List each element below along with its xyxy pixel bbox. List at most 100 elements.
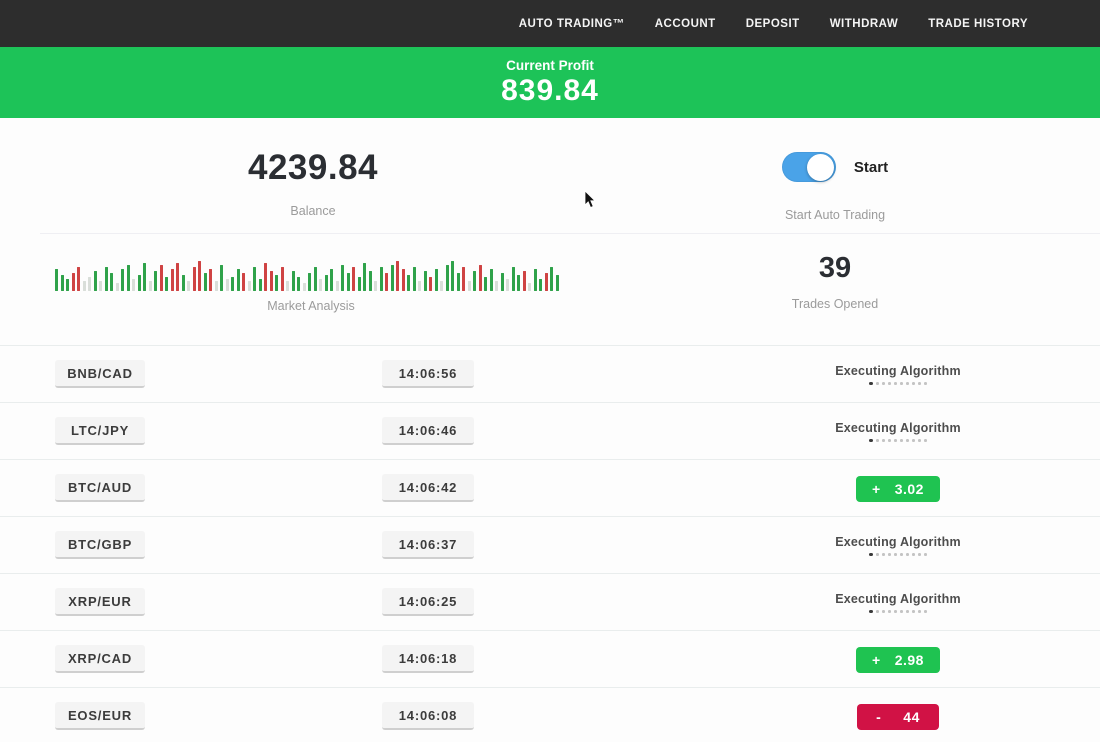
market-bar xyxy=(209,269,212,291)
executing-progress-dots xyxy=(869,553,927,557)
market-bar xyxy=(143,263,146,291)
market-bar xyxy=(358,277,361,291)
nav-item-auto-trading[interactable]: AUTO TRADING™ xyxy=(519,18,625,30)
auto-trading-toggle[interactable] xyxy=(782,152,836,182)
trades-opened-block: 39 Trades Opened xyxy=(735,252,935,311)
pair-badge: XRP/CAD xyxy=(55,645,145,673)
trade-status: Executing Algorithm xyxy=(820,574,976,631)
market-bar xyxy=(413,267,416,291)
toggle-knob xyxy=(807,154,834,181)
trade-status: +3.02 xyxy=(820,460,976,517)
market-bar xyxy=(517,275,520,291)
market-bar xyxy=(308,273,311,291)
market-bar xyxy=(363,263,366,291)
market-bar xyxy=(479,265,482,291)
balance-block: 4239.84 Balance xyxy=(163,148,463,218)
trade-row: EOS/EUR 14:06:08 -44 xyxy=(0,687,1100,742)
market-bar xyxy=(501,273,504,291)
market-bar xyxy=(72,273,75,291)
auto-trading-page: AUTO TRADING™ ACCOUNT DEPOSIT WITHDRAW T… xyxy=(0,0,1100,742)
trades-opened-value: 39 xyxy=(735,252,935,285)
pair-badge: XRP/EUR xyxy=(55,588,145,616)
executing-algorithm-label: Executing Algorithm xyxy=(835,421,961,435)
market-bar xyxy=(314,267,317,291)
trades-opened-label: Trades Opened xyxy=(735,297,935,311)
top-nav: AUTO TRADING™ ACCOUNT DEPOSIT WITHDRAW T… xyxy=(0,0,1100,47)
pair-badge: EOS/EUR xyxy=(55,702,145,730)
market-bar xyxy=(275,275,278,291)
market-bar xyxy=(523,271,526,291)
market-bar xyxy=(374,281,377,291)
market-bar xyxy=(198,261,201,291)
market-bar xyxy=(253,267,256,291)
market-bar xyxy=(424,271,427,291)
market-bar xyxy=(138,275,141,291)
trade-row: LTC/JPY 14:06:46 Executing Algorithm xyxy=(0,402,1100,459)
time-badge: 14:06:08 xyxy=(382,702,474,730)
market-bar xyxy=(264,263,267,291)
market-bar xyxy=(105,267,108,291)
market-bar xyxy=(259,279,262,291)
market-bar xyxy=(187,281,190,291)
toggle-label: Start xyxy=(854,159,888,176)
nav-item-withdraw[interactable]: WITHDRAW xyxy=(830,18,899,30)
executing-algorithm-label: Executing Algorithm xyxy=(835,592,961,606)
pair-badge: BTC/GBP xyxy=(55,531,145,559)
balance-value: 4239.84 xyxy=(163,148,463,188)
nav-item-account[interactable]: ACCOUNT xyxy=(655,18,716,30)
pair-badge: BNB/CAD xyxy=(55,360,145,388)
market-bar xyxy=(160,265,163,291)
market-bar xyxy=(220,265,223,291)
market-bar xyxy=(451,261,454,291)
market-bar xyxy=(396,261,399,291)
market-bar xyxy=(297,277,300,291)
nav-item-deposit[interactable]: DEPOSIT xyxy=(746,18,800,30)
market-bar xyxy=(127,265,130,291)
trade-row: BTC/AUD 14:06:42 +3.02 xyxy=(0,459,1100,516)
profit-badge: +3.02 xyxy=(856,476,940,502)
market-bar xyxy=(550,267,553,291)
market-analysis-label: Market Analysis xyxy=(55,299,567,313)
market-bar xyxy=(121,269,124,291)
profit-badge: +2.98 xyxy=(856,647,940,673)
time-badge: 14:06:42 xyxy=(382,474,474,502)
trade-rows: BNB/CAD 14:06:56 Executing Algorithm LTC… xyxy=(0,345,1100,742)
market-bar xyxy=(88,277,91,291)
market-bar xyxy=(495,281,498,291)
market-analysis-chart xyxy=(55,255,567,291)
market-bar xyxy=(204,273,207,291)
time-badge: 14:06:25 xyxy=(382,588,474,616)
market-bar xyxy=(528,283,531,291)
trade-status: Executing Algorithm xyxy=(820,403,976,460)
market-bar xyxy=(506,279,509,291)
market-bar xyxy=(539,279,542,291)
nav-item-trade-history[interactable]: TRADE HISTORY xyxy=(928,18,1028,30)
market-bar xyxy=(319,279,322,291)
market-bar xyxy=(336,281,339,291)
market-bar xyxy=(325,275,328,291)
market-bar xyxy=(418,281,421,291)
market-bar xyxy=(193,267,196,291)
market-bar xyxy=(556,275,559,291)
market-bar xyxy=(512,267,515,291)
market-bar xyxy=(281,267,284,291)
time-badge: 14:06:18 xyxy=(382,645,474,673)
market-bar xyxy=(176,263,179,291)
market-bar xyxy=(407,275,410,291)
executing-algorithm-label: Executing Algorithm xyxy=(835,364,961,378)
market-bar xyxy=(171,269,174,291)
executing-progress-dots xyxy=(869,610,927,614)
trade-row: XRP/CAD 14:06:18 +2.98 xyxy=(0,630,1100,687)
trade-status: Executing Algorithm xyxy=(820,346,976,403)
market-bar xyxy=(330,269,333,291)
trade-row: XRP/EUR 14:06:25 Executing Algorithm xyxy=(0,573,1100,630)
balance-label: Balance xyxy=(163,204,463,218)
market-bar xyxy=(132,279,135,291)
market-bar xyxy=(457,273,460,291)
trade-status: -44 xyxy=(820,688,976,742)
time-badge: 14:06:56 xyxy=(382,360,474,388)
market-bar xyxy=(226,279,229,291)
market-bar xyxy=(440,281,443,291)
market-bar xyxy=(270,271,273,291)
market-bar xyxy=(242,273,245,291)
